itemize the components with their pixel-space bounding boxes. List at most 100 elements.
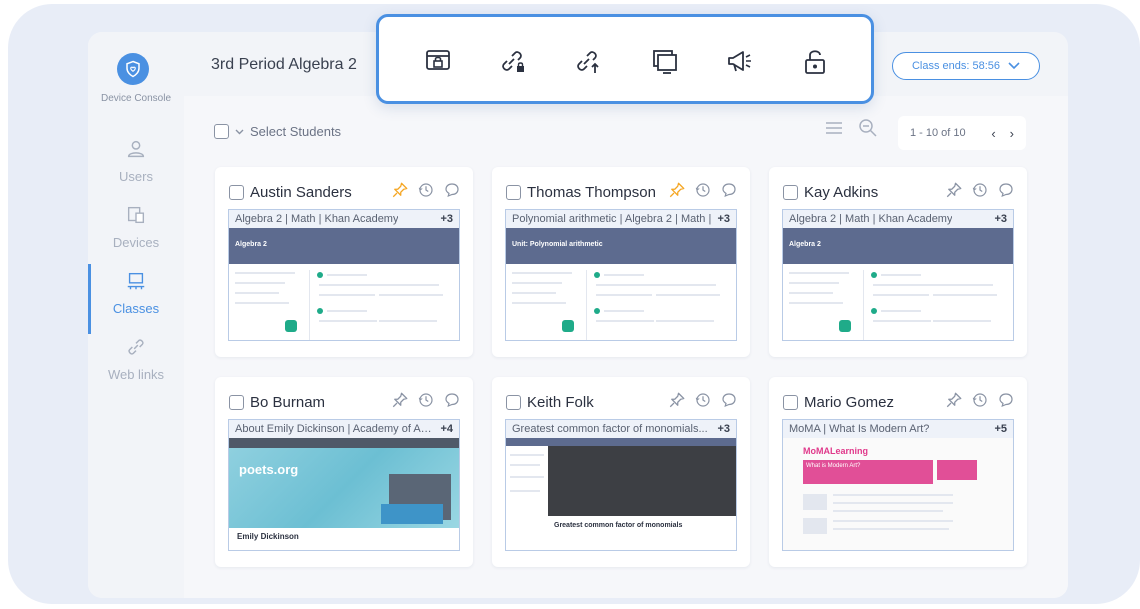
student-card[interactable]: Keith Folk Greatest common factor of mon… (492, 377, 750, 567)
tab-count-badge: +3 (717, 213, 730, 225)
active-tab-bar: Algebra 2 | Math | Khan Academy +3 (229, 210, 459, 228)
screen-preview[interactable]: About Emily Dickinson | Academy of Am...… (228, 419, 460, 551)
tab-count-badge: +3 (717, 423, 730, 435)
active-tab-bar: About Emily Dickinson | Academy of Am...… (229, 420, 459, 438)
history-icon[interactable] (417, 391, 435, 414)
chat-icon[interactable] (720, 181, 738, 204)
active-tab-bar: Polynomial arithmetic | Algebra 2 | Math… (506, 210, 736, 228)
history-icon[interactable] (971, 391, 989, 414)
page-subheading: Emily Dickinson (237, 532, 299, 541)
student-name: Kay Adkins (804, 184, 879, 201)
student-card[interactable]: Mario Gomez MoMA | What Is Modern Art? +… (769, 377, 1027, 567)
class-ends-label: Class ends: 58:56 (911, 60, 1001, 72)
screen-preview[interactable]: Greatest common factor of monomials... +… (505, 419, 737, 551)
history-icon[interactable] (971, 181, 989, 204)
active-tab-title: Greatest common factor of monomials... (512, 423, 708, 435)
sidebar-item-classes[interactable]: Classes (88, 264, 184, 334)
student-name: Mario Gomez (804, 394, 895, 411)
next-page-icon[interactable]: › (1010, 126, 1014, 141)
class-actions-toolbar (376, 14, 874, 104)
page-heading: Algebra 2 (789, 241, 821, 248)
unlock-button[interactable] (799, 45, 831, 77)
screen-preview[interactable]: Polynomial arithmetic | Algebra 2 | Math… (505, 209, 737, 341)
zoom-out-icon[interactable] (858, 118, 878, 138)
screen-preview[interactable]: Algebra 2 | Math | Khan Academy +3 Algeb… (782, 209, 1014, 341)
tab-count-badge: +3 (440, 213, 453, 225)
student-checkbox[interactable] (229, 185, 244, 200)
lock-links-icon (502, 51, 524, 72)
pin-icon[interactable] (945, 181, 963, 204)
active-tab-title: Algebra 2 | Math | Khan Academy (789, 213, 953, 225)
screen-preview[interactable]: MoMA | What Is Modern Art? +5 MoMALearni… (782, 419, 1014, 551)
devices-icon (127, 206, 145, 224)
screen-preview[interactable]: Algebra 2 | Math | Khan Academy +3 Algeb… (228, 209, 460, 341)
chat-icon[interactable] (720, 391, 738, 414)
chat-icon[interactable] (443, 391, 461, 414)
active-tab-title: Polynomial arithmetic | Algebra 2 | Math… (512, 213, 712, 225)
chat-icon[interactable] (997, 181, 1015, 204)
view-tools (824, 118, 878, 138)
list-view-icon[interactable] (824, 120, 844, 136)
active-tab-title: MoMA | What Is Modern Art? (789, 423, 930, 435)
student-name: Keith Folk (527, 394, 594, 411)
pin-icon[interactable] (668, 181, 686, 204)
student-card[interactable]: Austin Sanders Algebra 2 | Math | Khan A… (215, 167, 473, 357)
select-students-row[interactable]: Select Students (214, 124, 341, 139)
pin-icon[interactable] (391, 181, 409, 204)
brand-label: Device Console (100, 93, 172, 104)
page-title: 3rd Period Algebra 2 (211, 56, 357, 73)
chevron-down-icon[interactable] (235, 129, 244, 135)
chat-icon[interactable] (443, 181, 461, 204)
active-tab-title: About Emily Dickinson | Academy of Am... (235, 423, 435, 435)
student-checkbox[interactable] (506, 395, 521, 410)
lock-links-button[interactable] (497, 45, 529, 77)
share-link-button[interactable] (572, 45, 604, 77)
student-card[interactable]: Thomas Thompson Polynomial arithmetic | … (492, 167, 750, 357)
student-card[interactable]: Kay Adkins Algebra 2 | Math | Khan Acade… (769, 167, 1027, 357)
student-card[interactable]: Bo Burnam About Emily Dickinson | Academ… (215, 377, 473, 567)
history-icon[interactable] (694, 181, 712, 204)
student-checkbox[interactable] (229, 395, 244, 410)
active-tab-bar: Greatest common factor of monomials... +… (506, 420, 736, 438)
class-ends-dropdown[interactable]: Class ends: 58:56 (892, 52, 1040, 80)
history-icon[interactable] (694, 391, 712, 414)
prev-page-icon[interactable]: ‹ (991, 126, 995, 141)
active-tab-bar: MoMA | What Is Modern Art? +5 (783, 420, 1013, 438)
active-tab-title: Algebra 2 | Math | Khan Academy (235, 213, 399, 225)
sidebar-item-devices[interactable]: Devices (88, 204, 184, 264)
announce-button[interactable] (724, 45, 756, 77)
announce-icon (728, 51, 751, 72)
sidebar-item-label: Classes (112, 301, 160, 316)
screen-view-icon (653, 50, 677, 74)
student-checkbox[interactable] (783, 185, 798, 200)
share-link-icon (577, 51, 599, 73)
page-heading: MoMALearning (803, 446, 868, 456)
pin-icon[interactable] (668, 391, 686, 414)
chat-icon[interactable] (997, 391, 1015, 414)
page-subheading: What is Modern Art? (806, 463, 861, 469)
sidebar-item-web-links[interactable]: Web links (88, 336, 184, 396)
select-all-checkbox[interactable] (214, 124, 229, 139)
lock-screen-button[interactable] (422, 45, 454, 77)
sidebar-item-label: Users (119, 169, 153, 184)
tab-count-badge: +5 (994, 423, 1007, 435)
student-name: Bo Burnam (250, 394, 326, 411)
link-icon (128, 339, 144, 355)
sidebar-item-users[interactable]: Users (88, 138, 184, 198)
select-students-label: Select Students (250, 124, 342, 139)
pin-icon[interactable] (391, 391, 409, 414)
shield-logo-icon[interactable] (117, 53, 149, 85)
page-header: Algebra 2 (229, 228, 459, 264)
chevron-down-icon (1008, 62, 1020, 70)
pin-icon[interactable] (945, 391, 963, 414)
history-icon[interactable] (417, 181, 435, 204)
page-header: Unit: Polynomial arithmetic (506, 228, 736, 264)
unlock-icon (805, 50, 825, 74)
tab-count-badge: +4 (440, 423, 453, 435)
student-checkbox[interactable] (783, 395, 798, 410)
screen-view-button[interactable] (649, 45, 681, 77)
page-header: Algebra 2 (783, 228, 1013, 264)
student-checkbox[interactable] (506, 185, 521, 200)
page-heading: Unit: Polynomial arithmetic (512, 241, 603, 248)
sidebar: Device Console Users Devices Classes Web… (88, 32, 184, 598)
